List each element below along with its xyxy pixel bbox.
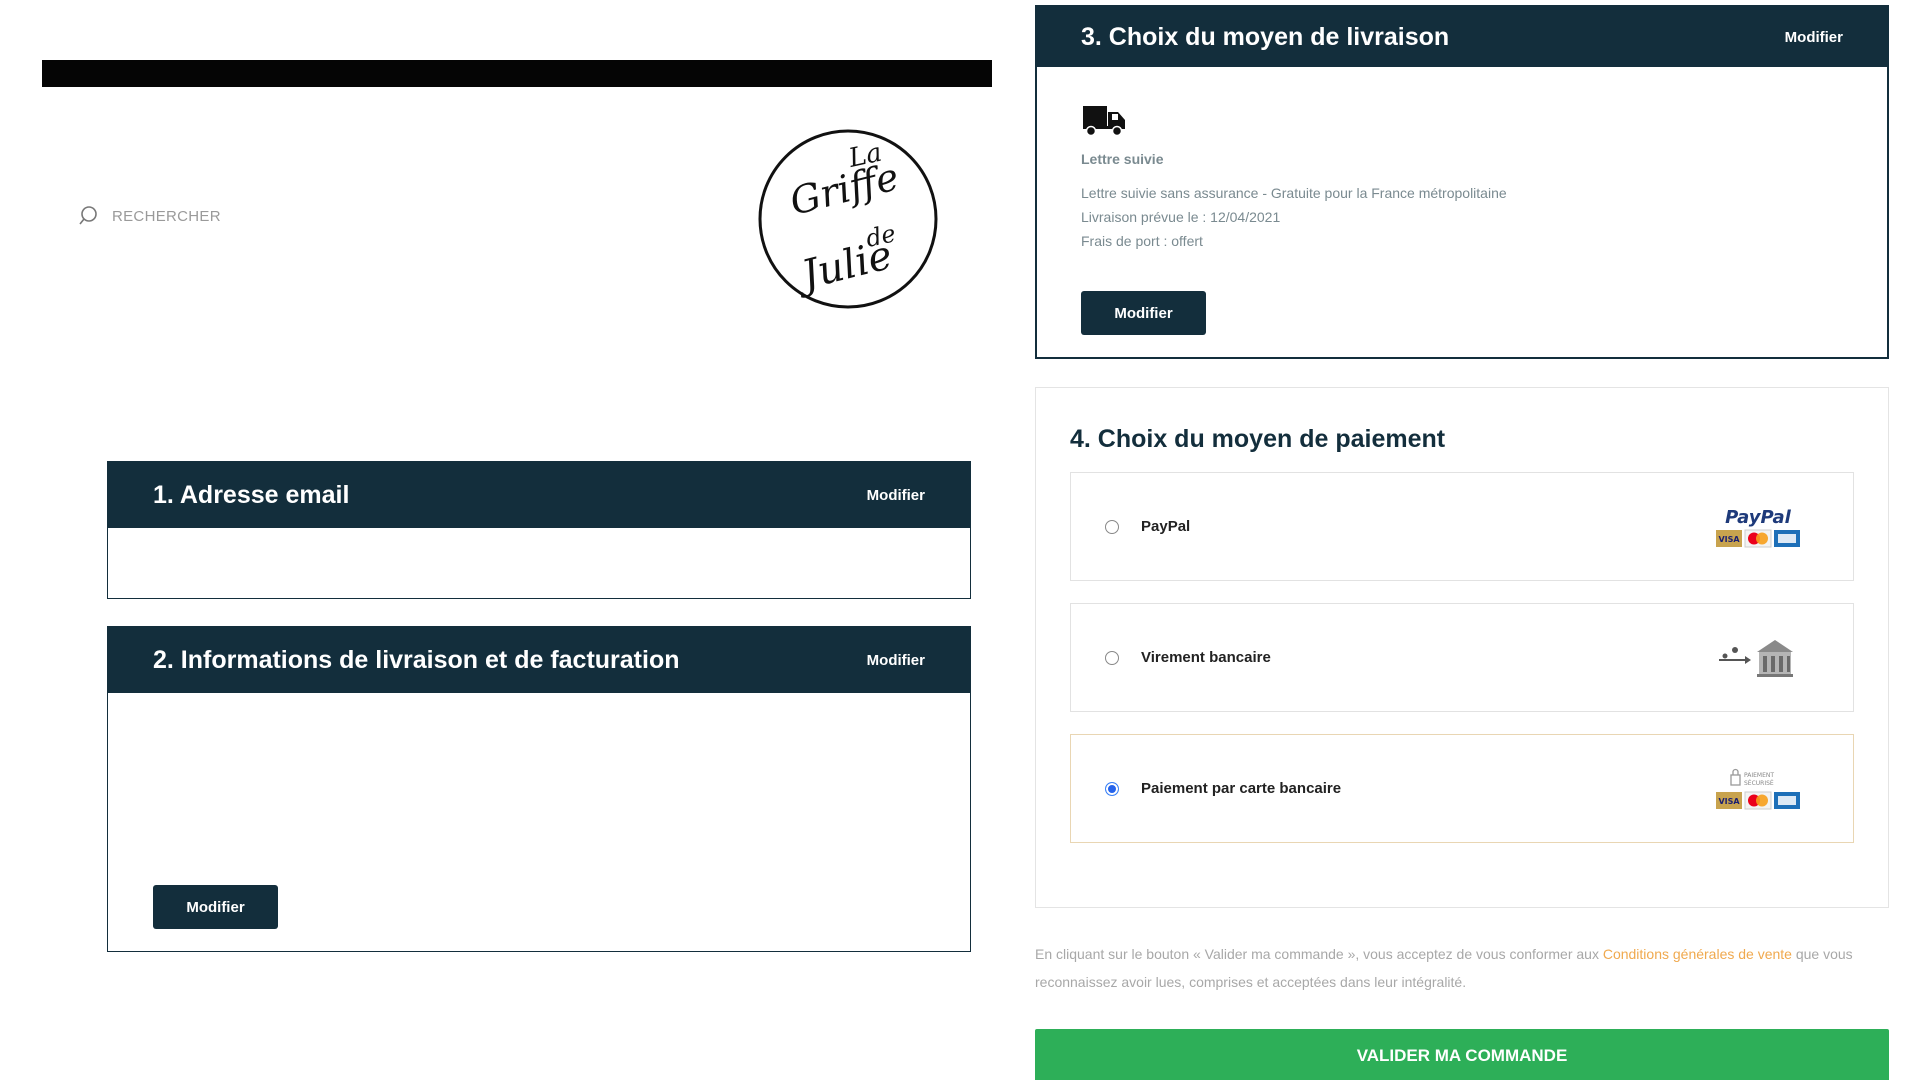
delivery-shipping-cost: Frais de port : offert bbox=[1081, 233, 1203, 249]
step-email-title: 1. Adresse email bbox=[153, 480, 350, 509]
truck-icon bbox=[1083, 106, 1125, 137]
step-info-header: 2. Informations de livraison et de factu… bbox=[108, 627, 970, 693]
search-bar[interactable]: RECHERCHER bbox=[76, 204, 221, 228]
search-icon bbox=[79, 206, 97, 225]
visa-card-text: VISA bbox=[1718, 797, 1740, 806]
secure-payment-text-2: SÉCURISÉ bbox=[1744, 779, 1774, 787]
step-info-card: 2. Informations de livraison et de factu… bbox=[107, 626, 971, 952]
secure-card-payment-icon: PAIEMENT SÉCURISÉ VISA bbox=[1716, 768, 1800, 809]
terms-notice: En cliquant sur le bouton « Valider ma c… bbox=[1035, 940, 1893, 996]
terms-text-before: En cliquant sur le bouton « Valider ma c… bbox=[1035, 946, 1603, 962]
visa-card-text: VISA bbox=[1718, 535, 1740, 544]
payment-option-label[interactable]: Paiement par carte bancaire bbox=[1141, 780, 1341, 797]
payment-option-bank-transfer[interactable]: Virement bancaire bbox=[1070, 603, 1854, 712]
payment-option-credit-card[interactable]: Paiement par carte bancaire PAIEMENT SÉC… bbox=[1070, 734, 1854, 843]
shop-logo[interactable]: La Griffe de Julie bbox=[756, 127, 940, 311]
step-delivery-card: 3. Choix du moyen de livraison Modifier … bbox=[1035, 5, 1889, 359]
bank-transfer-radio[interactable] bbox=[1105, 650, 1119, 665]
step-delivery-title: 3. Choix du moyen de livraison bbox=[1081, 22, 1450, 51]
paypal-logo-text: PayPal bbox=[1725, 507, 1792, 528]
step-delivery-modify-button[interactable]: Modifier bbox=[1081, 291, 1206, 335]
step-info-title: 2. Informations de livraison et de factu… bbox=[153, 645, 680, 674]
search-label[interactable]: RECHERCHER bbox=[112, 208, 221, 225]
submit-order-button[interactable]: VALIDER MA COMMANDE bbox=[1035, 1029, 1889, 1080]
payment-option-label[interactable]: Virement bancaire bbox=[1141, 649, 1271, 666]
step-delivery-header: 3. Choix du moyen de livraison Modifier bbox=[1037, 7, 1887, 67]
secure-payment-text-1: PAIEMENT bbox=[1744, 772, 1774, 779]
step-payment-card: 4. Choix du moyen de paiement PayPal Pay… bbox=[1035, 387, 1889, 908]
step-email-header: 1. Adresse email Modifier bbox=[108, 462, 970, 528]
step-info-modify-link[interactable]: Modifier bbox=[867, 652, 925, 669]
top-banner-bar bbox=[42, 60, 992, 87]
bank-transfer-icon bbox=[1719, 639, 1793, 677]
delivery-method-name: Lettre suivie bbox=[1081, 151, 1164, 167]
step-email-card: 1. Adresse email Modifier bbox=[107, 461, 971, 599]
step-payment-title: 4. Choix du moyen de paiement bbox=[1070, 425, 1446, 453]
delivery-date: Livraison prévue le : 12/04/2021 bbox=[1081, 209, 1281, 225]
step-info-modify-button[interactable]: Modifier bbox=[153, 885, 278, 929]
payment-option-paypal[interactable]: PayPal PayPal VISA bbox=[1070, 472, 1854, 581]
credit-card-radio[interactable] bbox=[1105, 781, 1119, 796]
payment-option-label[interactable]: PayPal bbox=[1141, 518, 1190, 535]
step-email-modify-link[interactable]: Modifier bbox=[867, 487, 925, 504]
paypal-logo-icon: PayPal VISA bbox=[1716, 507, 1800, 547]
step-delivery-modify-link[interactable]: Modifier bbox=[1785, 29, 1843, 46]
terms-link[interactable]: Conditions générales de vente bbox=[1603, 946, 1792, 962]
delivery-description: Lettre suivie sans assurance - Gratuite … bbox=[1081, 185, 1507, 201]
delivery-method: Lettre suivie Lettre suivie sans assuran… bbox=[1037, 67, 1887, 335]
paypal-radio[interactable] bbox=[1105, 519, 1119, 534]
